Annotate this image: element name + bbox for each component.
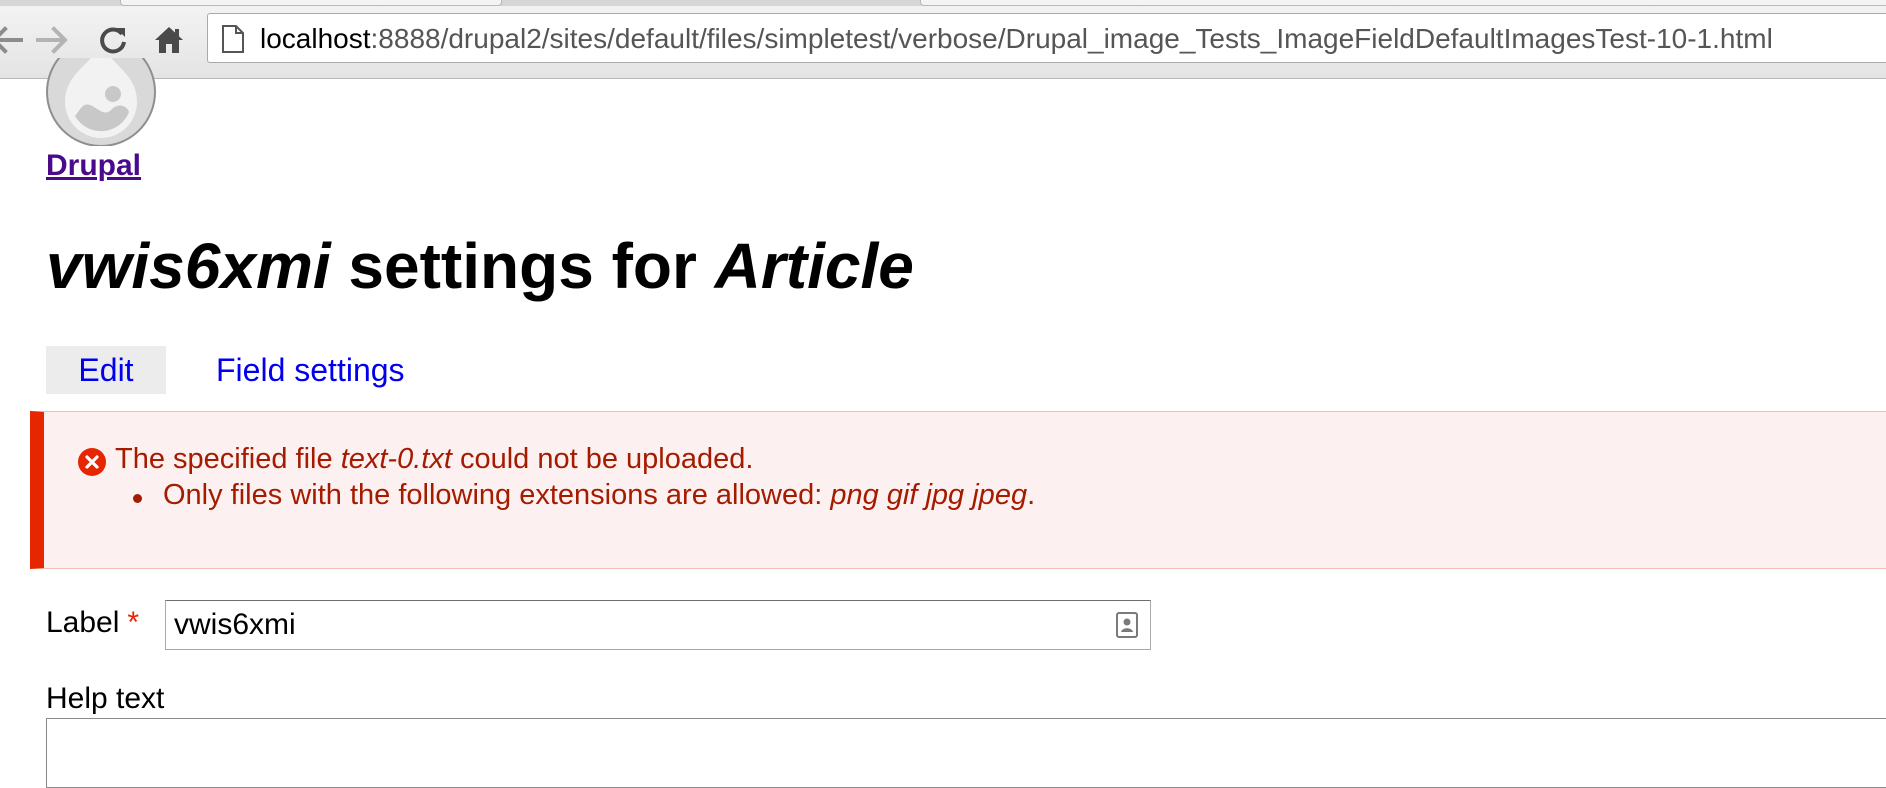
error-detail-prefix: Only files with the following extensions…: [163, 479, 823, 511]
url-path: :8888/drupal2/sites/default/files/simple…: [370, 23, 1773, 54]
site-logo[interactable]: [45, 58, 161, 148]
label-field-label: Label *: [46, 606, 139, 640]
tab-edit[interactable]: Edit: [46, 346, 166, 394]
tab-field-settings[interactable]: Field settings: [216, 346, 405, 394]
page-icon: [222, 25, 244, 58]
reload-icon: [97, 24, 129, 56]
address-bar[interactable]: localhost:8888/drupal2/sites/default/fil…: [207, 13, 1886, 63]
reload-button[interactable]: [93, 20, 133, 60]
url-host: localhost: [260, 23, 371, 54]
browser-tab[interactable]: [920, 0, 1886, 6]
drupal-drop-icon: [45, 58, 161, 148]
autofill-contact-icon[interactable]: [1116, 612, 1138, 643]
error-message: The specified file text-0.txt could not …: [30, 411, 1886, 569]
home-button[interactable]: [149, 20, 189, 60]
error-detail-item: Only files with the following extensions…: [115, 479, 1035, 512]
url-text: localhost:8888/drupal2/sites/default/fil…: [260, 25, 1773, 53]
error-detail-list: Only files with the following extensions…: [115, 479, 1035, 512]
forward-arrow-icon: [36, 25, 70, 55]
home-icon: [153, 25, 185, 55]
help-text-label: Help text: [46, 682, 165, 715]
label-field-label-text: Label: [46, 606, 120, 639]
page-title-field: vwis6xmi: [46, 230, 331, 302]
browser-toolbar: localhost:8888/drupal2/sites/default/fil…: [0, 0, 1886, 79]
back-arrow-icon: [0, 25, 23, 55]
error-main-suffix: could not be uploaded.: [459, 443, 754, 475]
error-main-prefix: The specified file: [115, 443, 333, 475]
error-x-icon: [78, 448, 106, 481]
page-title-middle: settings for: [348, 230, 697, 302]
browser-tab[interactable]: [120, 0, 502, 6]
forward-button[interactable]: [33, 20, 73, 60]
error-file-name: text-0.txt: [340, 443, 452, 475]
error-detail-suffix: .: [1027, 479, 1036, 511]
label-input[interactable]: vwis6xmi: [165, 600, 1151, 650]
help-text-textarea[interactable]: [46, 718, 1886, 788]
required-marker: *: [127, 606, 140, 639]
page-title: vwis6xmi settings for Article: [46, 228, 914, 304]
tab-strip: [0, 0, 1886, 6]
error-main-text: The specified file text-0.txt could not …: [115, 443, 753, 476]
back-button[interactable]: [0, 20, 26, 60]
error-allowed-extensions: png gif jpg jpeg: [830, 479, 1028, 511]
page-title-type: Article: [714, 230, 914, 302]
site-name-link[interactable]: Drupal: [46, 149, 141, 183]
